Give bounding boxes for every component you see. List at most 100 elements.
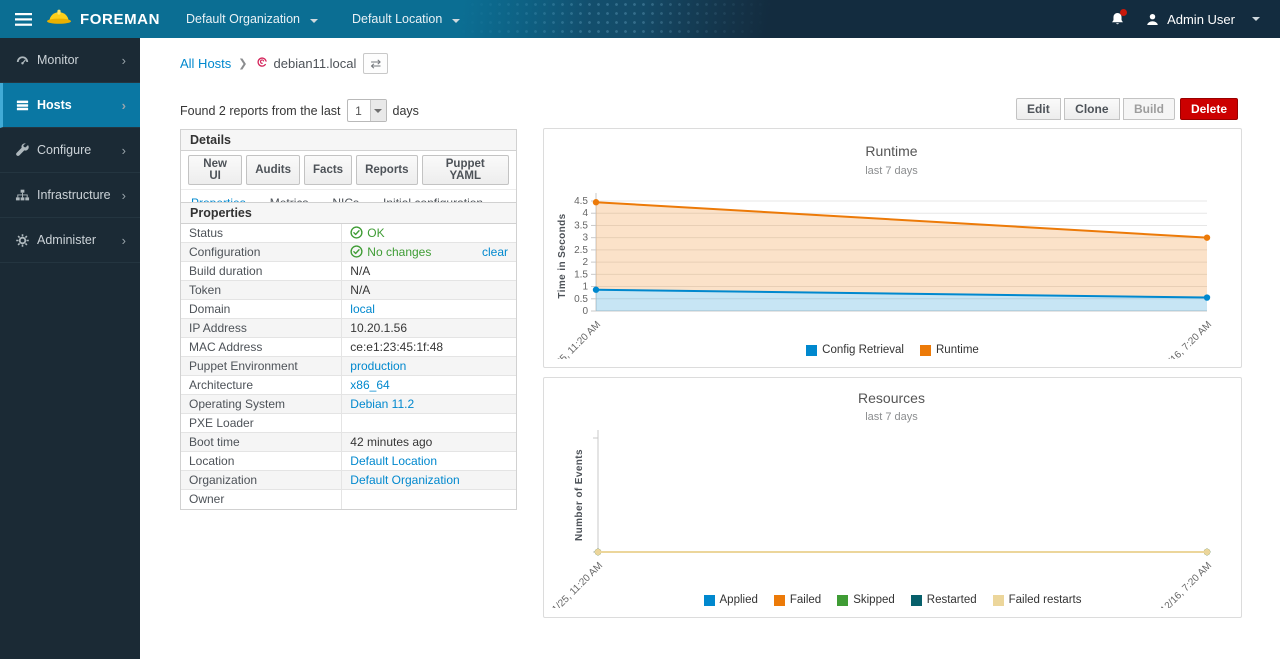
property-link[interactable]: Debian 11.2 (350, 397, 414, 411)
brand-text: FOREMAN (80, 11, 160, 28)
reports-button[interactable]: Reports (356, 155, 417, 185)
foreman-logo[interactable]: FOREMAN (46, 8, 160, 30)
legend-item-skipped[interactable]: Skipped (837, 594, 895, 606)
properties-table: StatusOKConfigurationNo changesclearBuil… (181, 224, 516, 509)
property-link[interactable]: Default Organization (350, 473, 459, 487)
property-label: IP Address (181, 319, 342, 338)
breadcrumb: All Hosts ❯ debian11.local ⇄ (180, 53, 388, 74)
legend-item-runtime[interactable]: Runtime (920, 344, 979, 356)
table-row: OrganizationDefault Organization (181, 471, 516, 490)
legend-label: Applied (720, 594, 758, 606)
svg-text:4: 4 (582, 208, 588, 219)
legend-item-failed[interactable]: Failed (774, 594, 821, 606)
svg-text:0.5: 0.5 (574, 294, 588, 305)
property-link[interactable]: Default Location (350, 454, 437, 468)
clone-button[interactable]: Clone (1064, 98, 1119, 120)
clear-link[interactable]: clear (482, 245, 508, 259)
property-value: local (342, 300, 516, 319)
svg-text:3: 3 (582, 233, 588, 244)
property-label: PXE Loader (181, 414, 342, 433)
table-row: Architecture x86_64 (181, 376, 516, 395)
legend-item-restarted[interactable]: Restarted (911, 594, 977, 606)
property-label: Token (181, 281, 342, 300)
report-count-text: Found 2 reports from the last (180, 104, 341, 118)
notifications-button[interactable] (1110, 11, 1125, 27)
new-ui-button[interactable]: New UI (188, 155, 242, 185)
details-buttons: New UI Audits Facts Reports Puppet YAML (181, 151, 516, 190)
property-label: Architecture (181, 376, 342, 395)
sidebar-item-administer[interactable]: Administer › (0, 218, 140, 263)
legend-label: Failed (790, 594, 821, 606)
legend-swatch (704, 595, 715, 606)
user-icon (1145, 12, 1160, 27)
table-row: Build durationN/A (181, 262, 516, 281)
hamburger-menu-icon[interactable] (0, 13, 46, 26)
svg-text:Resources: Resources (858, 390, 925, 406)
svg-text:Number of Events: Number of Events (574, 449, 585, 541)
build-button[interactable]: Build (1123, 98, 1175, 120)
sitemap-icon (15, 188, 37, 203)
table-row: PXE Loader (181, 414, 516, 433)
chevron-down-icon (452, 19, 460, 23)
legend-label: Runtime (936, 344, 979, 356)
chevron-right-icon: › (122, 188, 126, 203)
table-row: Owner (181, 490, 516, 509)
property-link[interactable]: x86_64 (350, 378, 389, 392)
property-label: MAC Address (181, 338, 342, 357)
property-value (342, 414, 516, 433)
breadcrumb-all-hosts-link[interactable]: All Hosts (180, 56, 231, 71)
sidebar-item-configure[interactable]: Configure › (0, 128, 140, 173)
chevron-down-icon (1252, 17, 1260, 21)
puppet-yaml-button[interactable]: Puppet YAML (422, 155, 509, 185)
property-value: N/A (342, 262, 516, 281)
sidebar-item-hosts[interactable]: Hosts › (0, 83, 140, 128)
status-ok-value: No changes (350, 245, 431, 259)
chevron-right-icon: › (122, 233, 126, 248)
chevron-down-icon (370, 100, 386, 121)
sidebar-item-monitor[interactable]: Monitor › (0, 38, 140, 83)
navbar-left: FOREMAN Default Organization Default Loc… (0, 8, 494, 30)
legend-label: Config Retrieval (822, 344, 904, 356)
property-label: Puppet Environment (181, 357, 342, 376)
breadcrumb-host: debian11.local (255, 55, 357, 72)
table-row: MAC Addressce:e1:23:45:1f:48 (181, 338, 516, 357)
legend-item-failed-restarts[interactable]: Failed restarts (993, 594, 1082, 606)
properties-panel: Properties StatusOKConfigurationNo chang… (180, 202, 517, 510)
status-ok-value: OK (350, 226, 384, 240)
property-value: 42 minutes ago (342, 433, 516, 452)
runtime-chart: Runtimelast 7 days00.511.522.533.544.511… (544, 129, 1239, 359)
ok-icon (350, 245, 363, 259)
organization-label: Default Organization (186, 12, 300, 26)
organization-selector[interactable]: Default Organization (186, 12, 318, 26)
days-value: 1 (348, 100, 370, 121)
delete-button[interactable]: Delete (1180, 98, 1238, 120)
legend-item-config-retrieval[interactable]: Config Retrieval (806, 344, 904, 356)
property-value: Default Organization (342, 471, 516, 490)
property-value: Debian 11.2 (342, 395, 516, 414)
property-link[interactable]: local (350, 302, 375, 316)
server-icon (15, 98, 37, 113)
svg-text:1: 1 (582, 282, 588, 293)
sidebar-item-label: Administer (37, 233, 96, 247)
legend-label: Skipped (853, 594, 895, 606)
days-select[interactable]: 1 (347, 99, 387, 122)
facts-button[interactable]: Facts (304, 155, 352, 185)
legend-swatch (911, 595, 922, 606)
property-label: Operating System (181, 395, 342, 414)
chevron-right-icon: › (122, 53, 126, 68)
audits-button[interactable]: Audits (246, 155, 300, 185)
sidebar-item-infrastructure[interactable]: Infrastructure › (0, 173, 140, 218)
gear-icon (15, 233, 37, 248)
legend-item-applied[interactable]: Applied (704, 594, 758, 606)
wrench-icon (15, 143, 37, 158)
user-menu[interactable]: Admin User (1145, 12, 1260, 27)
edit-button[interactable]: Edit (1016, 98, 1061, 120)
table-row: LocationDefault Location (181, 452, 516, 471)
property-value: N/A (342, 281, 516, 300)
status-text: No changes (367, 245, 431, 259)
svg-text:0: 0 (582, 306, 588, 317)
property-link[interactable]: production (350, 359, 406, 373)
details-title: Details (181, 130, 516, 151)
location-selector[interactable]: Default Location (352, 12, 460, 26)
host-switcher-button[interactable]: ⇄ (363, 53, 388, 74)
